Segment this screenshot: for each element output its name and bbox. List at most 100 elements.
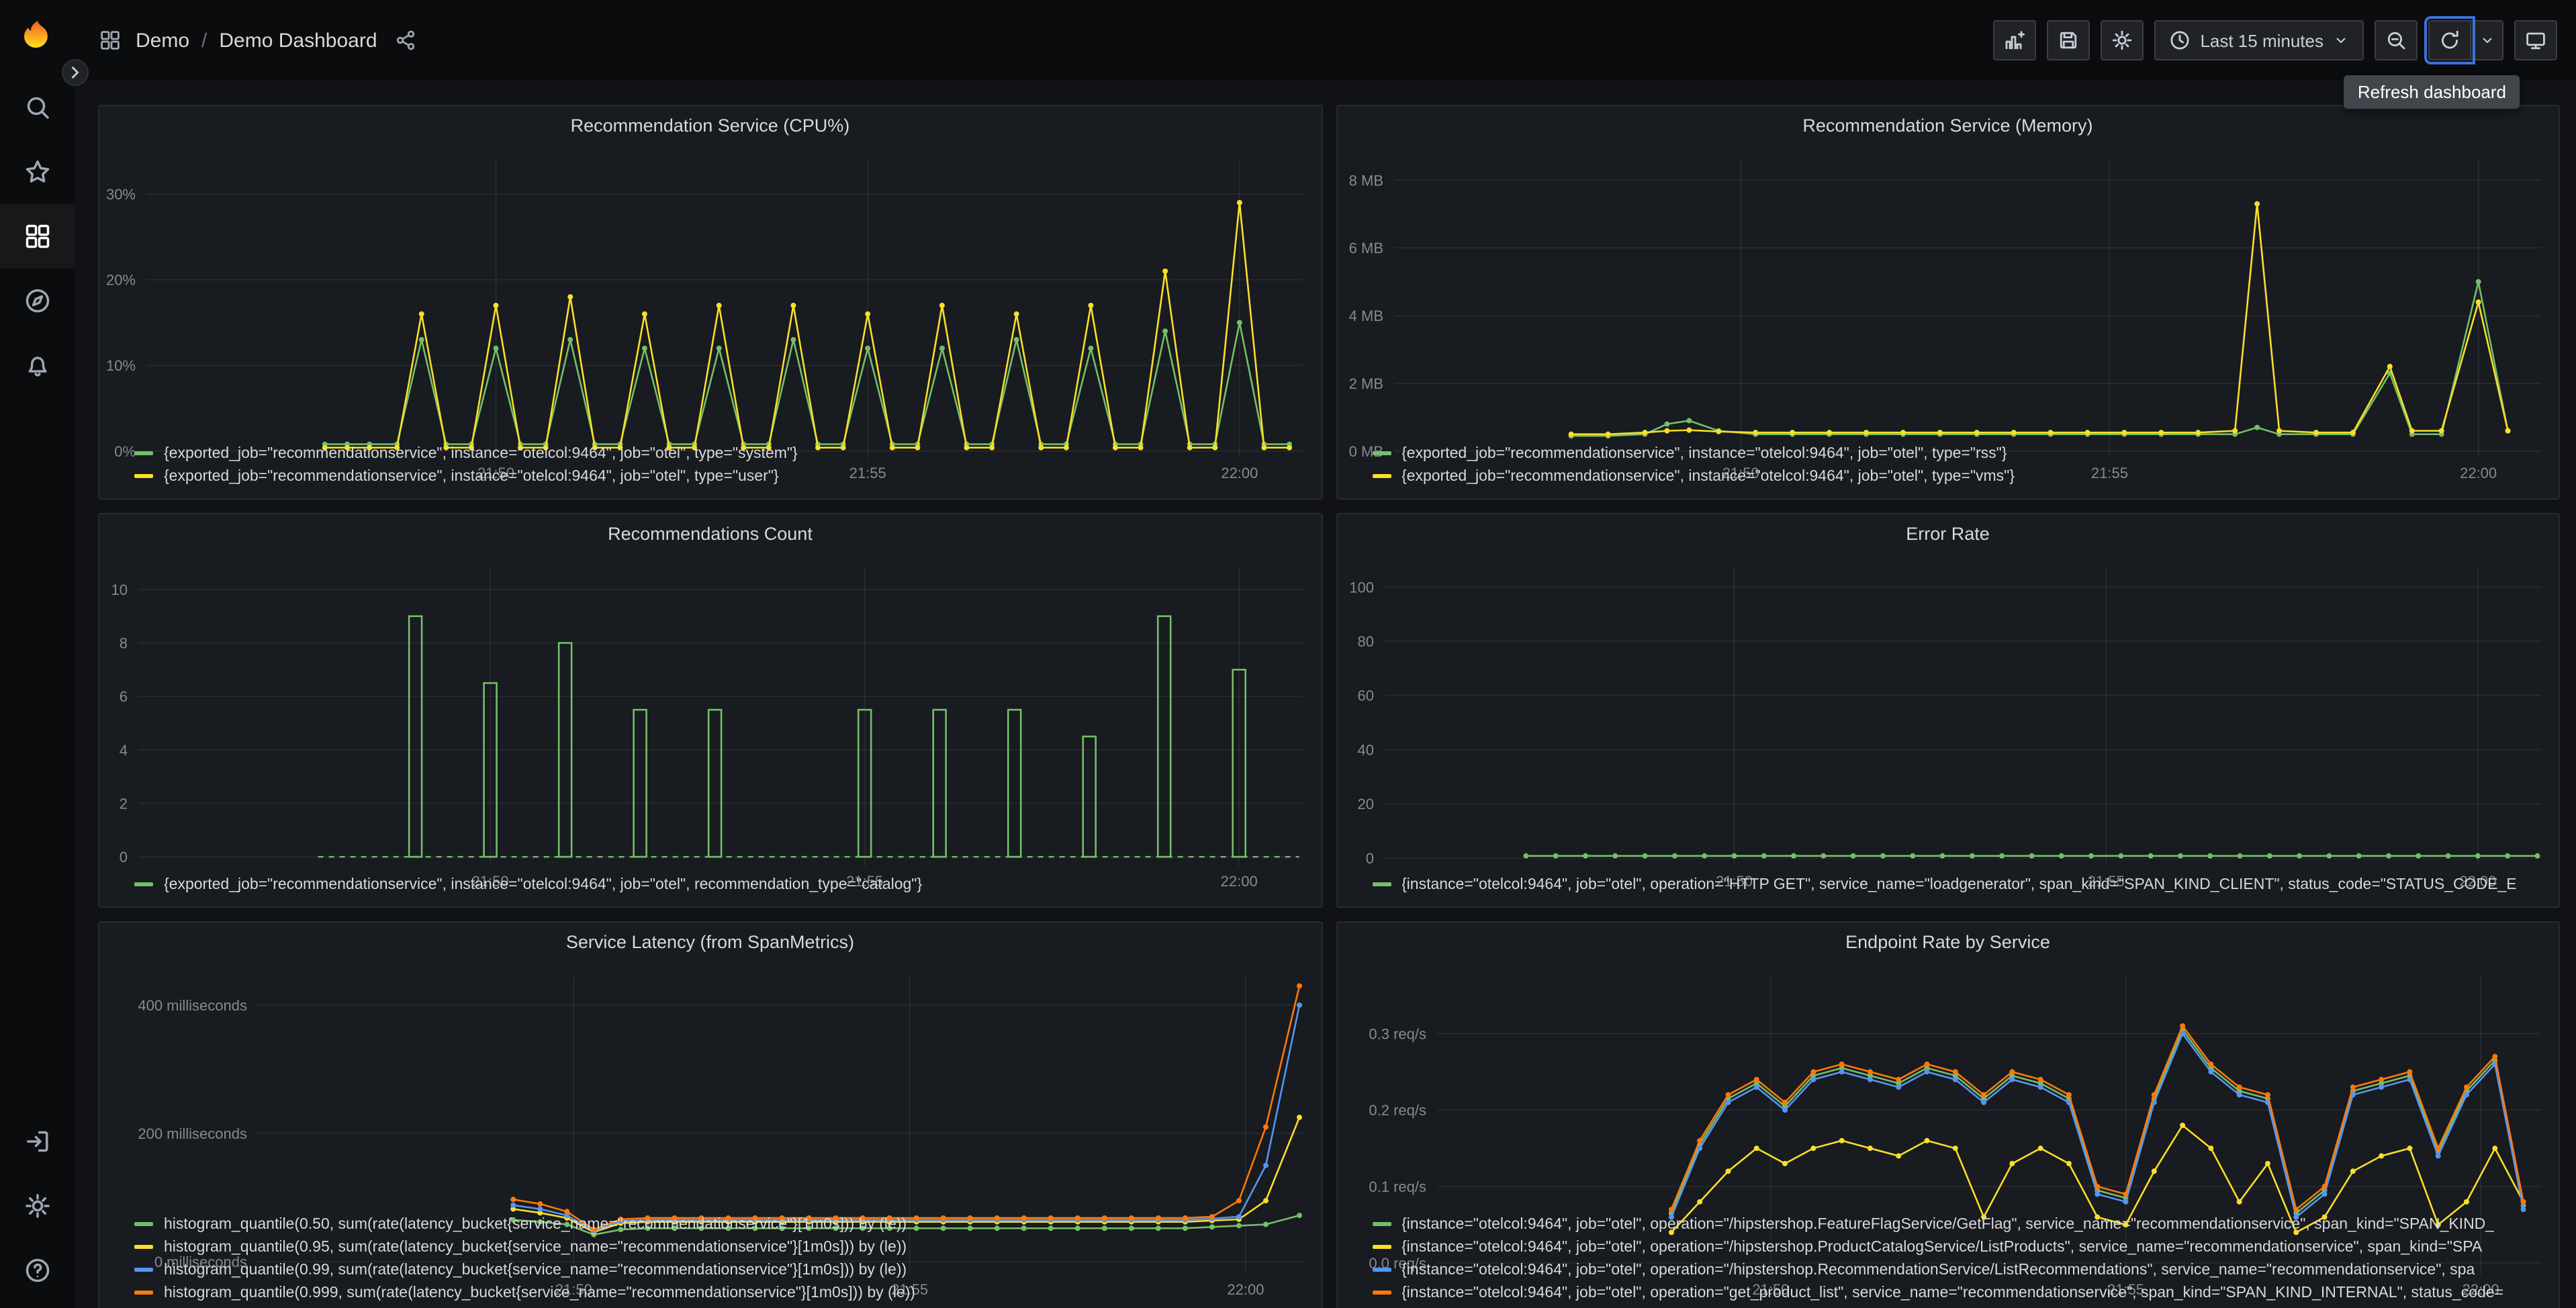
series-color-swatch bbox=[134, 1245, 153, 1249]
legend-item[interactable]: {exported_job="recommendationservice", i… bbox=[134, 873, 1310, 896]
legend-label: histogram_quantile(0.50, sum(rate(latenc… bbox=[164, 1216, 907, 1232]
legend-label: {instance="otelcol:9464", job="otel", op… bbox=[1401, 1216, 2495, 1232]
series-color-swatch bbox=[134, 451, 153, 455]
grafana-flame-icon bbox=[24, 21, 48, 48]
series-color-swatch bbox=[1372, 1268, 1391, 1272]
legend-label: {exported_job="recommendationservice", i… bbox=[164, 445, 798, 461]
refresh-interval-dropdown[interactable] bbox=[2471, 20, 2503, 60]
refresh-button-group: Refresh dashboard bbox=[2344, 16, 2520, 109]
series-color-swatch bbox=[134, 1222, 153, 1226]
legend-label: {exported_job="recommendationservice", i… bbox=[164, 876, 923, 892]
panel-service-latency: Service Latency (from SpanMetrics) 0 mil… bbox=[98, 921, 1322, 1308]
chart-service-latency[interactable]: 0 milliseconds 200 milliseconds 400 millis… bbox=[99, 963, 1321, 1298]
main-area: Demo / Demo Dashboard Last 15 minutes Re… bbox=[75, 0, 2576, 1308]
legend-item[interactable]: {instance="otelcol:9464", job="otel", op… bbox=[1372, 873, 2548, 896]
svg-text:4: 4 bbox=[120, 742, 128, 759]
chart-endpoint-rate[interactable]: 0.0 req/s 0.1 req/s 0.2 req/s 0.3 req/s 21:5… bbox=[1337, 963, 2559, 1298]
legend-item[interactable]: histogram_quantile(0.99, sum(rate(latenc… bbox=[134, 1258, 1310, 1281]
svg-text:0: 0 bbox=[1365, 850, 1373, 867]
panel-title[interactable]: Service Latency (from SpanMetrics) bbox=[99, 923, 1321, 963]
legend-label: {exported_job="recommendationservice", i… bbox=[164, 468, 779, 484]
sidebar-item-starred[interactable] bbox=[0, 140, 75, 204]
dashboard-settings-button[interactable] bbox=[2101, 20, 2144, 60]
sidebar-item-search[interactable] bbox=[0, 75, 75, 140]
legend-label: {exported_job="recommendationservice", i… bbox=[1401, 468, 2015, 484]
svg-text:6: 6 bbox=[120, 688, 128, 705]
sidebar-item-help[interactable] bbox=[0, 1238, 75, 1303]
legend-item[interactable]: {instance="otelcol:9464", job="otel", op… bbox=[1372, 1235, 2548, 1258]
panel-title[interactable]: Recommendation Service (CPU%) bbox=[99, 106, 1321, 146]
legend-item[interactable]: {exported_job="recommendationservice", i… bbox=[134, 442, 1310, 465]
save-dashboard-button[interactable] bbox=[2047, 20, 2090, 60]
legend: {exported_job="recommendationservice", i… bbox=[99, 439, 1321, 498]
svg-text:2: 2 bbox=[120, 795, 128, 812]
star-icon bbox=[26, 160, 50, 183]
legend-item[interactable]: {instance="otelcol:9464", job="otel", op… bbox=[1372, 1281, 2548, 1304]
series-color-swatch bbox=[1372, 451, 1391, 455]
sidebar-item-alerting[interactable] bbox=[0, 333, 75, 398]
panel-title[interactable]: Endpoint Rate by Service bbox=[1337, 923, 2559, 963]
gear-icon bbox=[26, 1194, 50, 1218]
breadcrumb-dashboard[interactable]: Demo Dashboard bbox=[219, 29, 377, 52]
apps-grid-icon bbox=[26, 224, 50, 248]
legend: {exported_job="recommendationservice", i… bbox=[1337, 439, 2559, 498]
breadcrumb-folder[interactable]: Demo bbox=[136, 29, 189, 52]
svg-text:20%: 20% bbox=[106, 272, 136, 289]
series-color-swatch bbox=[134, 1268, 153, 1272]
svg-text:8: 8 bbox=[120, 635, 128, 651]
chart-recommendations-count[interactable]: 0 2 4 6 8 10 21:50 21:55 22:00 bbox=[99, 555, 1321, 890]
svg-text:200 milliseconds: 200 milliseconds bbox=[138, 1125, 247, 1142]
tv-mode-button[interactable] bbox=[2514, 20, 2557, 60]
save-icon bbox=[2060, 32, 2077, 49]
tv-icon bbox=[2526, 32, 2545, 50]
chart-error-rate[interactable]: 0 20 40 60 80 100 21:50 21:55 22:00 bbox=[1337, 555, 2559, 890]
grafana-app: Demo / Demo Dashboard Last 15 minutes Re… bbox=[0, 0, 2576, 1308]
legend-label: histogram_quantile(0.99, sum(rate(latenc… bbox=[164, 1262, 907, 1278]
legend-label: {instance="otelcol:9464", job="otel", op… bbox=[1401, 1284, 2504, 1301]
svg-text:40: 40 bbox=[1357, 741, 1373, 758]
svg-text:0.3 req/s: 0.3 req/s bbox=[1368, 1025, 1426, 1042]
legend-item[interactable]: {instance="otelcol:9464", job="otel", op… bbox=[1372, 1258, 2548, 1281]
legend-item[interactable]: {exported_job="recommendationservice", i… bbox=[134, 465, 1310, 487]
legend: {instance="otelcol:9464", job="otel", op… bbox=[1337, 870, 2559, 906]
series-color-swatch bbox=[1372, 1245, 1391, 1249]
sidebar-item-sign-in[interactable] bbox=[0, 1109, 75, 1174]
sidebar-expand-button[interactable] bbox=[62, 59, 89, 86]
share-dashboard-button[interactable] bbox=[392, 27, 419, 54]
panel-endpoint-rate: Endpoint Rate by Service 0.0 req/s 0.1 re… bbox=[1336, 921, 2560, 1308]
legend-item[interactable]: {exported_job="recommendationservice", i… bbox=[1372, 465, 2548, 487]
legend-label: histogram_quantile(0.999, sum(rate(laten… bbox=[164, 1284, 915, 1301]
dashboard-grid: Recommendation Service (CPU%) 0% 10% 20% 30… bbox=[75, 81, 2576, 1308]
legend-item[interactable]: {exported_job="recommendationservice", i… bbox=[1372, 442, 2548, 465]
panel-title[interactable]: Recommendations Count bbox=[99, 514, 1321, 555]
chart-recommendation-memory[interactable]: 0 MB 2 MB 4 MB 6 MB 8 MB 21:50 21:55 22:00 bbox=[1337, 146, 2559, 481]
sidebar-item-settings[interactable] bbox=[0, 1174, 75, 1238]
chevron-right-icon bbox=[72, 66, 79, 79]
svg-text:6 MB: 6 MB bbox=[1348, 240, 1383, 256]
svg-text:8 MB: 8 MB bbox=[1348, 172, 1383, 189]
legend-item[interactable]: histogram_quantile(0.50, sum(rate(latenc… bbox=[134, 1213, 1310, 1235]
svg-text:4 MB: 4 MB bbox=[1348, 308, 1383, 324]
time-range-picker[interactable]: Last 15 minutes bbox=[2154, 20, 2364, 60]
legend-label: histogram_quantile(0.95, sum(rate(latenc… bbox=[164, 1239, 907, 1255]
svg-text:10: 10 bbox=[111, 581, 128, 598]
series-color-swatch bbox=[1372, 1291, 1391, 1295]
panel-title[interactable]: Error Rate bbox=[1337, 514, 2559, 555]
add-panel-button[interactable] bbox=[1993, 20, 2037, 60]
time-range-label: Last 15 minutes bbox=[2200, 30, 2324, 50]
legend-label: {instance="otelcol:9464", job="otel", op… bbox=[1401, 1262, 2475, 1278]
sidebar-item-explore[interactable] bbox=[0, 269, 75, 333]
chart-recommendation-cpu[interactable]: 0% 10% 20% 30% 21:50 21:55 22:00 bbox=[99, 146, 1321, 481]
clock-icon bbox=[2170, 31, 2190, 50]
share-alt-icon bbox=[396, 30, 414, 50]
panel-title[interactable]: Recommendation Service (Memory) bbox=[1337, 106, 2559, 146]
sidebar-item-dashboards[interactable] bbox=[0, 204, 75, 269]
svg-text:0.1 req/s: 0.1 req/s bbox=[1368, 1178, 1426, 1195]
legend-item[interactable]: {instance="otelcol:9464", job="otel", op… bbox=[1372, 1213, 2548, 1235]
legend-item[interactable]: histogram_quantile(0.999, sum(rate(laten… bbox=[134, 1281, 1310, 1304]
series-color-swatch bbox=[134, 474, 153, 478]
refresh-button[interactable] bbox=[2424, 16, 2475, 64]
legend-item[interactable]: histogram_quantile(0.95, sum(rate(latenc… bbox=[134, 1235, 1310, 1258]
svg-text:60: 60 bbox=[1357, 688, 1373, 704]
zoom-out-button[interactable] bbox=[2375, 20, 2418, 60]
